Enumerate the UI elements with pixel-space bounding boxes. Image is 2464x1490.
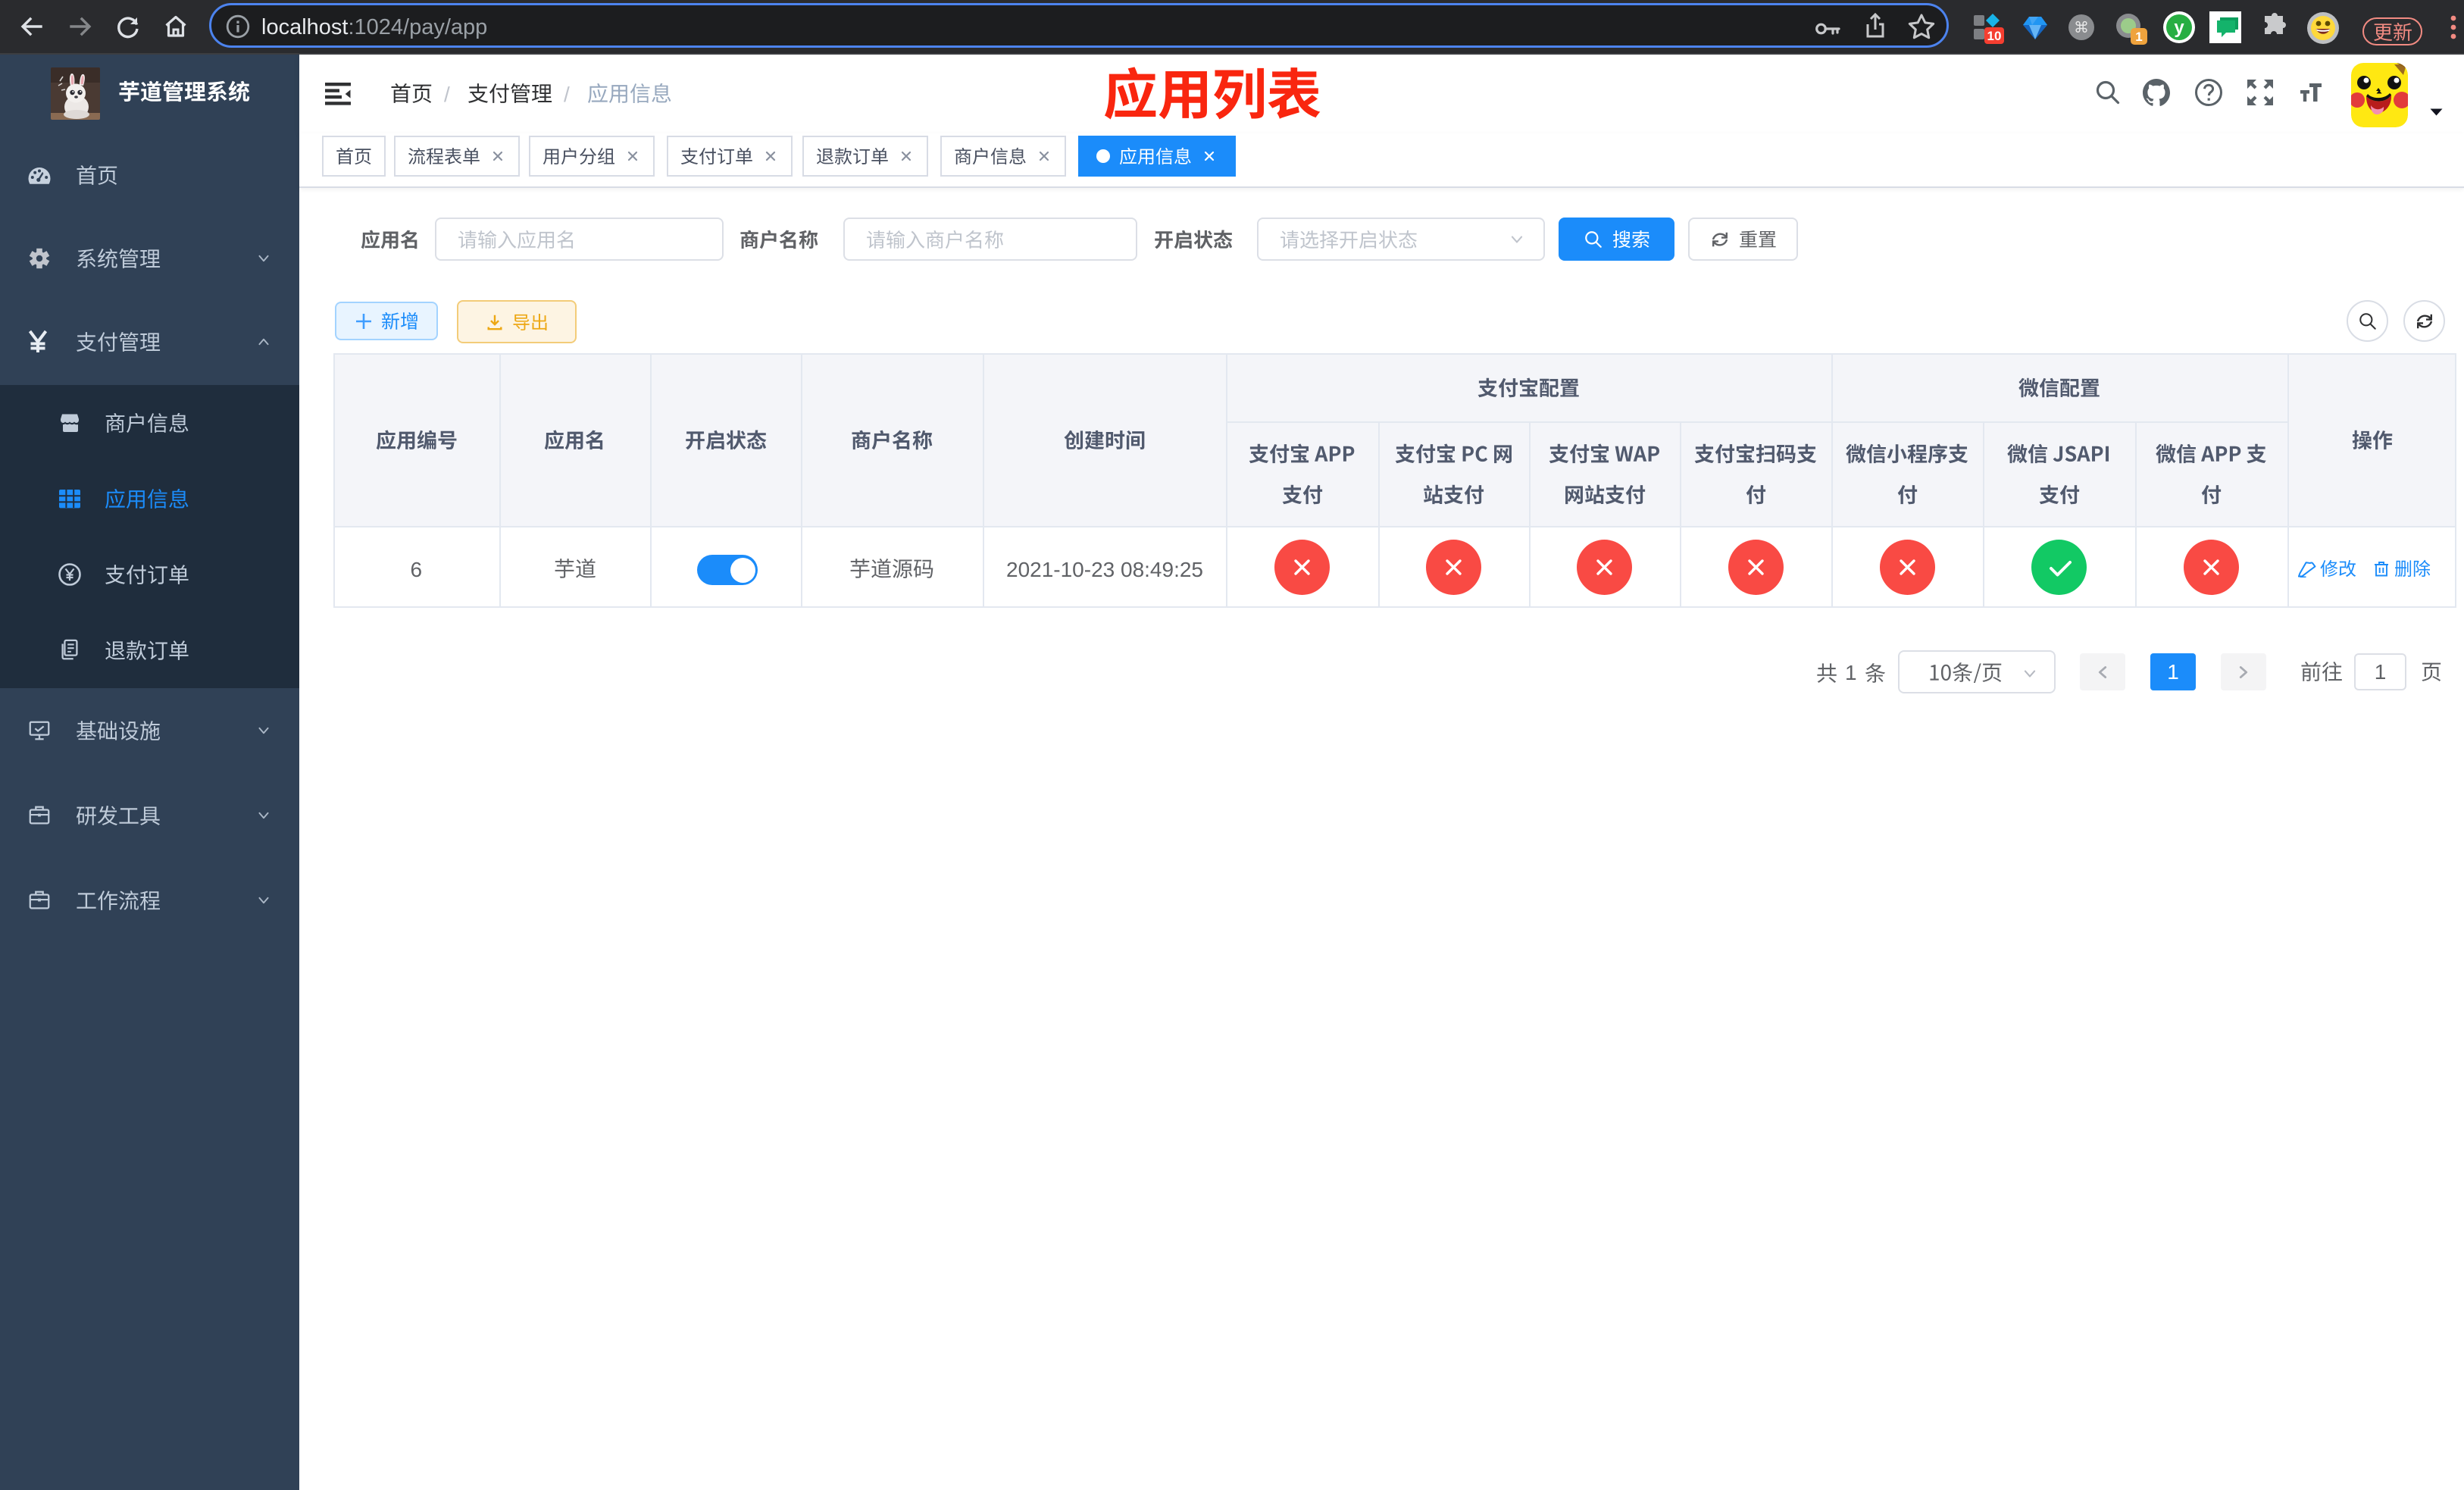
- svg-text:y: y: [2174, 17, 2184, 38]
- svg-text:1: 1: [2135, 30, 2142, 44]
- svg-text:⌘: ⌘: [2074, 20, 2089, 36]
- svg-text:10: 10: [1987, 29, 2002, 43]
